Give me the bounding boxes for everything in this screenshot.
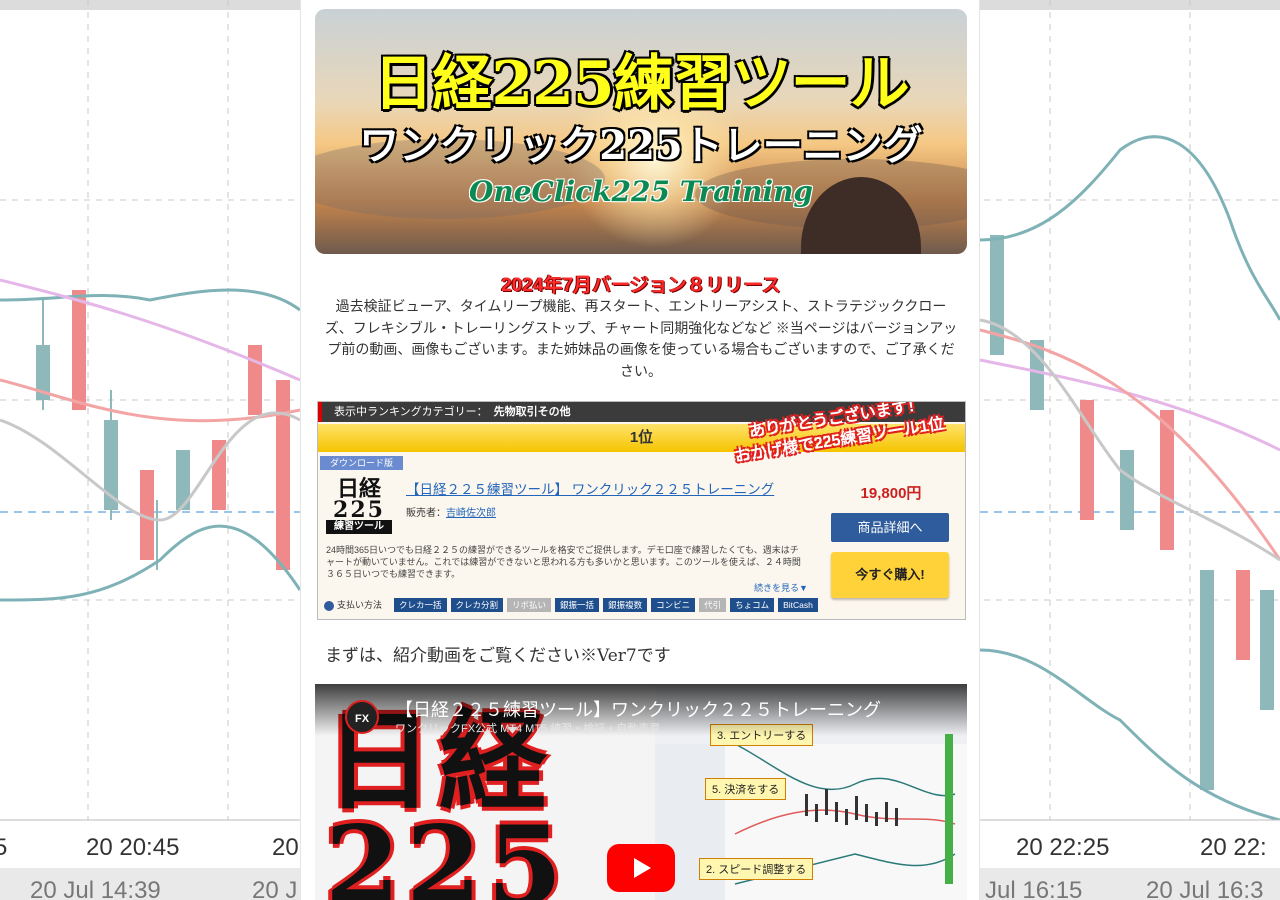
video-player[interactable]: 日経 225 3. エントリーする 5. 決済をする 2. スピード調整する F… [315,684,967,900]
release-description: 過去検証ビューア、タイムリープ機能、再スタート、エントリーアシスト、ストラテジッ… [324,298,958,379]
hero-english-title: OneClick225 Training [468,175,814,208]
payment-method: クレカ分割 [450,598,504,612]
time-label: 20 20:45 [86,834,179,861]
seller-link[interactable]: 吉崎佐次郎 [446,508,496,519]
logo-line: 練習ツール [326,520,392,534]
payment-method: コンビニ [651,598,696,612]
time-label: 5 [0,834,7,861]
payment-method: リボ払い [507,598,552,612]
payment-label-wrap: 支払い方法 [324,598,382,612]
seller-info: 販売者：吉崎佐次郎 [406,504,496,519]
product-logo[interactable]: 日経 225 練習ツール [326,478,392,536]
channel-icon[interactable]: FX [345,700,379,734]
category-value: 先物取引その他 [493,406,571,418]
payment-method: 銀振複数 [603,598,648,612]
product-title-link[interactable]: 【日経２２５練習ツール】 ワンクリック２２５トレーニング [406,478,796,498]
play-icon[interactable] [607,844,675,892]
release-headline: 2024年7月バージョン８リリース [501,275,781,296]
product-price: 19,800円 [860,485,922,502]
payment-method: BitCash [778,598,818,612]
payment-method: ちょコム [730,598,775,612]
intro-text: まずは、紹介動画をご覧ください※Ver7です [325,646,671,666]
video-title[interactable]: 【日経２２５練習ツール】ワンクリック２２５トレーニング [395,696,881,722]
payment-method: 銀振一括 [555,598,600,612]
read-more-link[interactable]: 続きを見る▼ [754,581,808,594]
time-label: 20 J [252,877,297,900]
step-close-label: 5. 決済をする [705,778,787,800]
content-column: 日経225練習ツール ワンクリック225トレーニング OneClick225 T… [300,0,980,900]
payment-methods: クレカ一括 クレカ分割 リボ払い 銀振一括 銀振複数 コンビニ 代引 ちょコム … [394,598,818,612]
payment-method: クレカ一括 [394,598,447,612]
logo-line: 225 [333,497,385,523]
hero-banner: 日経225練習ツール ワンクリック225トレーニング OneClick225 T… [315,9,967,254]
download-badge: ダウンロード版 [320,456,404,470]
payment-method: 代引 [699,598,727,612]
time-label: Jul 16:15 [985,877,1082,900]
hero-title: 日経225練習ツール [373,49,909,119]
step-speed-label: 2. スピード調整する [699,858,814,880]
buy-now-button[interactable]: 今すぐ購入! [831,552,949,598]
video-channel-subtitle: ワンクリックFX公式 MT4 MT5 練習・検証・自動売買 [395,723,661,735]
product-description: 24時間365日いつでも日経２２５の練習ができるツールを格安でご提供します。デモ… [326,545,801,579]
product-detail-button[interactable]: 商品詳細へ [831,513,949,542]
payment-label: 支払い方法 [337,600,383,610]
time-label: 20 22:25 [1016,834,1109,861]
payment-icon [324,600,334,611]
thumb-text-line: 225 [325,803,569,900]
time-label: 20 Jul 16:3 [1146,877,1263,900]
time-label: 20 [272,834,299,861]
time-label: 20 Jul 14:39 [30,877,161,900]
seller-label: 販売者： [406,508,446,519]
hero-subtitle: ワンクリック225トレーニング [359,122,923,169]
thumb-big-text: 日経 225 [325,708,655,900]
ranking-card[interactable]: 表示中ランキングカテゴリー： 先物取引その他 1位 ありがとうございます！ おかげ… [317,401,966,620]
category-label: 表示中ランキングカテゴリー： [334,406,488,418]
time-label: 20 22: [1200,834,1267,861]
